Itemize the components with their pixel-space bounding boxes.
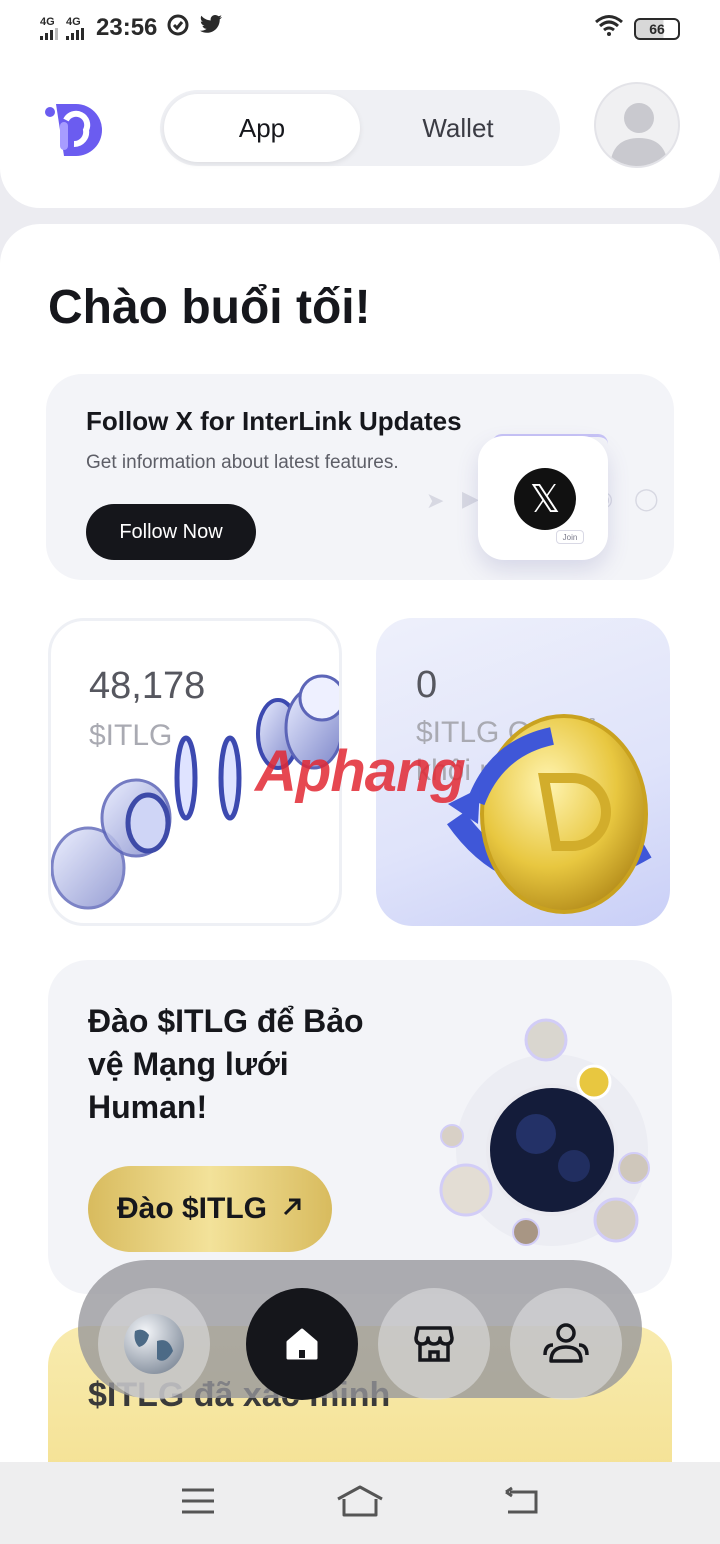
home-nav-icon[interactable]: [336, 1485, 384, 1522]
youtube-icon: ▶: [462, 486, 479, 511]
globe-network-illustration: [439, 1018, 650, 1246]
watermark: Aphang: [255, 739, 466, 804]
menu-icon[interactable]: [180, 1487, 216, 1520]
follow-card-subtitle: Get information about latest features.: [86, 452, 399, 473]
signal-icon: 4G: [66, 15, 84, 40]
battery-icon: 66: [634, 17, 680, 40]
profile-avatar[interactable]: [594, 82, 680, 168]
wifi-icon: [594, 14, 624, 43]
network-type: 4G: [66, 15, 81, 28]
sync-icon: [167, 14, 189, 43]
app-wallet-switch: App Wallet: [160, 90, 560, 166]
app-header: App Wallet: [0, 56, 720, 208]
x-logo-icon: 𝕏: [514, 468, 576, 530]
status-bar: 4G 4G 23:56 66: [0, 0, 720, 56]
follow-now-button[interactable]: Follow Now: [86, 504, 256, 560]
signal-icon: 4G: [40, 15, 58, 40]
mining-title: Đào $ITLG để Bảo vệ Mạng lưới Human!: [88, 1003, 364, 1125]
join-tag: Join: [556, 530, 584, 544]
system-navigation-bar: [0, 1462, 720, 1544]
follow-x-card[interactable]: Follow X for InterLink Updates Get infor…: [46, 374, 674, 580]
arrow-up-right-icon: [281, 1192, 303, 1226]
nav-globe[interactable]: [98, 1288, 210, 1400]
github-icon: ◯: [634, 486, 659, 511]
globe-icon: [124, 1314, 184, 1374]
mining-card: Đào $ITLG để Bảo vệ Mạng lưới Human! Đào…: [48, 960, 672, 1294]
twitter-icon: [199, 14, 223, 42]
nav-home[interactable]: [246, 1288, 358, 1400]
tab-app[interactable]: App: [164, 94, 360, 162]
store-icon: [414, 1326, 454, 1362]
network-type: 4G: [40, 15, 55, 28]
user-icon: [610, 103, 668, 166]
nav-community[interactable]: [510, 1288, 622, 1400]
nav-store[interactable]: [378, 1288, 490, 1400]
mine-button[interactable]: Đào $ITLG: [88, 1166, 332, 1252]
page-title: Chào buổi tối!: [48, 281, 371, 334]
back-icon[interactable]: [504, 1486, 540, 1521]
telegram-icon: ➤: [426, 488, 445, 513]
interlink-logo[interactable]: [40, 96, 110, 166]
home-icon: [286, 1328, 318, 1360]
tab-wallet[interactable]: Wallet: [360, 94, 556, 162]
follow-card-title: Follow X for InterLink Updates: [86, 406, 462, 436]
people-icon: [543, 1323, 589, 1363]
status-time: 23:56: [96, 14, 158, 41]
mine-button-label: Đào $ITLG: [116, 1192, 267, 1225]
